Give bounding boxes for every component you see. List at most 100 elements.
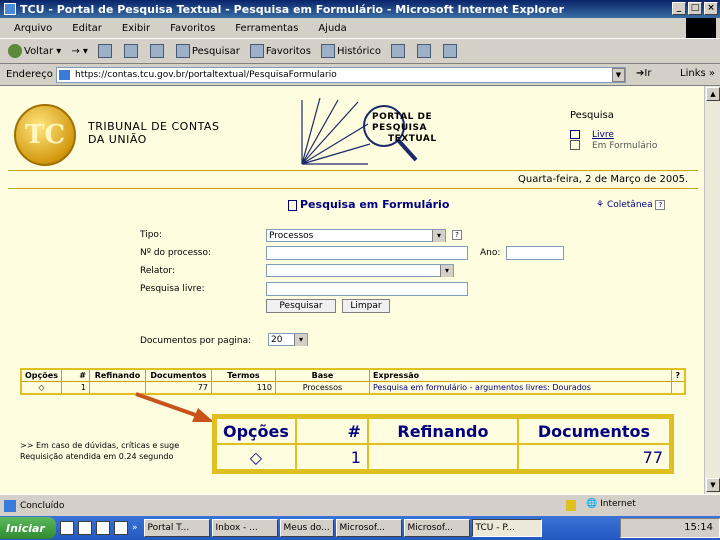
print-icon[interactable] [417,44,432,58]
window-titlebar: TCU - Portal de Pesquisa Textual - Pesqu… [0,0,720,18]
help-icon[interactable]: ? [655,200,666,210]
menu-bar: Arquivo Editar Exibir Favoritos Ferramen… [0,18,720,38]
task-inbox[interactable]: Inbox - ... [211,519,278,537]
divider [8,188,698,189]
windows-logo-icon [686,18,716,38]
links-button[interactable]: Links » [680,68,715,79]
chevron-icon[interactable]: » [132,523,138,533]
quicklaunch-icon[interactable] [114,521,128,535]
search-button-form[interactable]: Pesquisar [266,299,336,313]
go-button[interactable]: ➔Ir [636,68,651,79]
scroll-down-icon[interactable]: ▼ [706,478,720,492]
stop-icon[interactable] [97,44,112,58]
ie-icon [4,3,16,15]
livre-icon [570,129,580,139]
pesquisa-heading: Pesquisa [570,110,614,121]
ano-input[interactable] [506,246,564,260]
quicklaunch-icon[interactable] [60,521,74,535]
col-base: Base [274,368,370,382]
window-title: TCU - Portal de Pesquisa Textual - Pesqu… [20,2,565,16]
options-diamond-icon[interactable]: ◇ [20,381,62,394]
history-icon [321,44,335,58]
docs-label: Documentos por pagina: [140,336,252,346]
home-icon[interactable] [149,44,164,58]
task-microsoft-1[interactable]: Microsof... [335,519,402,537]
task-meus-documentos[interactable]: Meus do... [279,519,334,537]
form-title: Pesquisa em Formulário [288,198,449,211]
menu-favoritos[interactable]: Favoritos [170,23,215,34]
scroll-up-icon[interactable]: ▲ [706,87,720,101]
current-date: Quarta-feira, 2 de Março de 2005. [518,174,689,185]
start-button[interactable]: Iniciar [0,517,56,539]
clock: 15:14 [684,522,713,533]
address-label: Endereço [6,69,53,80]
zone-label: 🌐 Internet [586,499,636,509]
address-bar: Endereço https://contas.tcu.gov.br/porta… [0,64,720,86]
star-icon [249,44,264,58]
livre-input[interactable] [266,282,468,296]
tipo-select[interactable]: Processos [266,229,446,242]
menu-ferramentas[interactable]: Ferramentas [235,23,298,34]
org-name: TRIBUNAL DE CONTAS DA UNIÃO [88,120,220,146]
divider [8,170,698,171]
expressao-link[interactable]: Pesquisa em formulário - argumentos livr… [368,381,672,394]
docs-select[interactable]: 20 [268,333,308,346]
results-table: Opções # Refinando Documentos Termos Bas… [20,368,686,395]
minimize-button[interactable]: _ [672,2,686,15]
document-icon [288,199,297,211]
history-button[interactable]: Histórico [321,44,381,58]
relator-select[interactable] [266,264,454,277]
browser-toolbar: Voltar ▾ → ▾ Pesquisar Favoritos Históri… [0,38,720,64]
link-livre[interactable]: Livre [592,130,614,140]
pesquisa-menu: Pesquisa Livre Em Formulário [570,110,657,151]
back-arrow-icon [8,44,22,58]
col-help[interactable]: ? [670,368,686,382]
menu-ajuda[interactable]: Ajuda [318,23,346,34]
processo-input[interactable] [266,246,468,260]
taskbar: Iniciar » Portal T... Inbox - ... Meus d… [0,516,720,540]
menu-arquivo[interactable]: Arquivo [14,23,52,34]
zoomed-results-callout: Opções # Refinando Documentos ◇ 1 77 [212,414,674,474]
lock-icon [566,500,576,511]
maximize-button[interactable]: □ [688,2,702,15]
col-refinando: Refinando [88,368,146,382]
status-text: Concluído [20,500,65,511]
link-formulario[interactable]: Em Formulário [592,141,657,151]
col-expressao: Expressão [368,368,672,382]
tipo-label: Tipo: [140,230,162,240]
col-opcoes: Opções [20,368,62,382]
task-microsoft-2[interactable]: Microsof... [403,519,470,537]
back-button[interactable]: Voltar ▾ [8,44,61,58]
status-bar: Concluído 🌐 Internet [0,494,720,516]
portal-title: PORTAL DE PESQUISA TEXTUAL [372,112,437,144]
address-dropdown-icon[interactable]: ▼ [612,68,625,82]
forward-button[interactable]: → ▾ [71,46,88,57]
table-row: ◇ 1 77 110 Processos Pesquisa em formulá… [20,381,686,394]
search-button[interactable]: Pesquisar [175,44,240,58]
ano-label: Ano: [480,248,501,258]
quicklaunch-icon[interactable] [78,521,92,535]
close-button[interactable]: × [704,2,718,15]
zoomed-results-table: Opções # Refinando Documentos ◇ 1 77 [215,417,672,471]
menu-exibir[interactable]: Exibir [122,23,150,34]
vertical-scrollbar[interactable]: ▲ ▼ [704,86,720,494]
tcu-logo: TC [14,104,76,166]
options-diamond-icon[interactable]: ◇ [215,443,297,471]
mail-icon[interactable] [391,44,406,58]
table-header-row: Opções # Refinando Documentos Termos Bas… [20,368,686,382]
globe-icon: 🌐 [586,499,598,509]
refresh-icon[interactable] [123,44,138,58]
document-icon [570,140,580,150]
address-input[interactable]: https://contas.tcu.gov.br/portaltextual/… [56,67,626,83]
table-row: ◇ 1 77 [215,443,672,471]
coletanea-link[interactable]: ⚘ Coletânea ? [596,200,666,210]
clear-button[interactable]: Limpar [342,299,390,313]
menu-editar[interactable]: Editar [72,23,102,34]
edit-icon[interactable] [443,44,458,58]
table-header-row: Opções # Refinando Documentos [215,417,672,445]
task-tcu[interactable]: TCU - P... [471,519,542,537]
help-icon[interactable]: ? [452,230,462,240]
task-portal[interactable]: Portal T... [143,519,210,537]
favorites-button[interactable]: Favoritos [249,44,311,58]
quicklaunch-ie-icon[interactable] [96,521,110,535]
